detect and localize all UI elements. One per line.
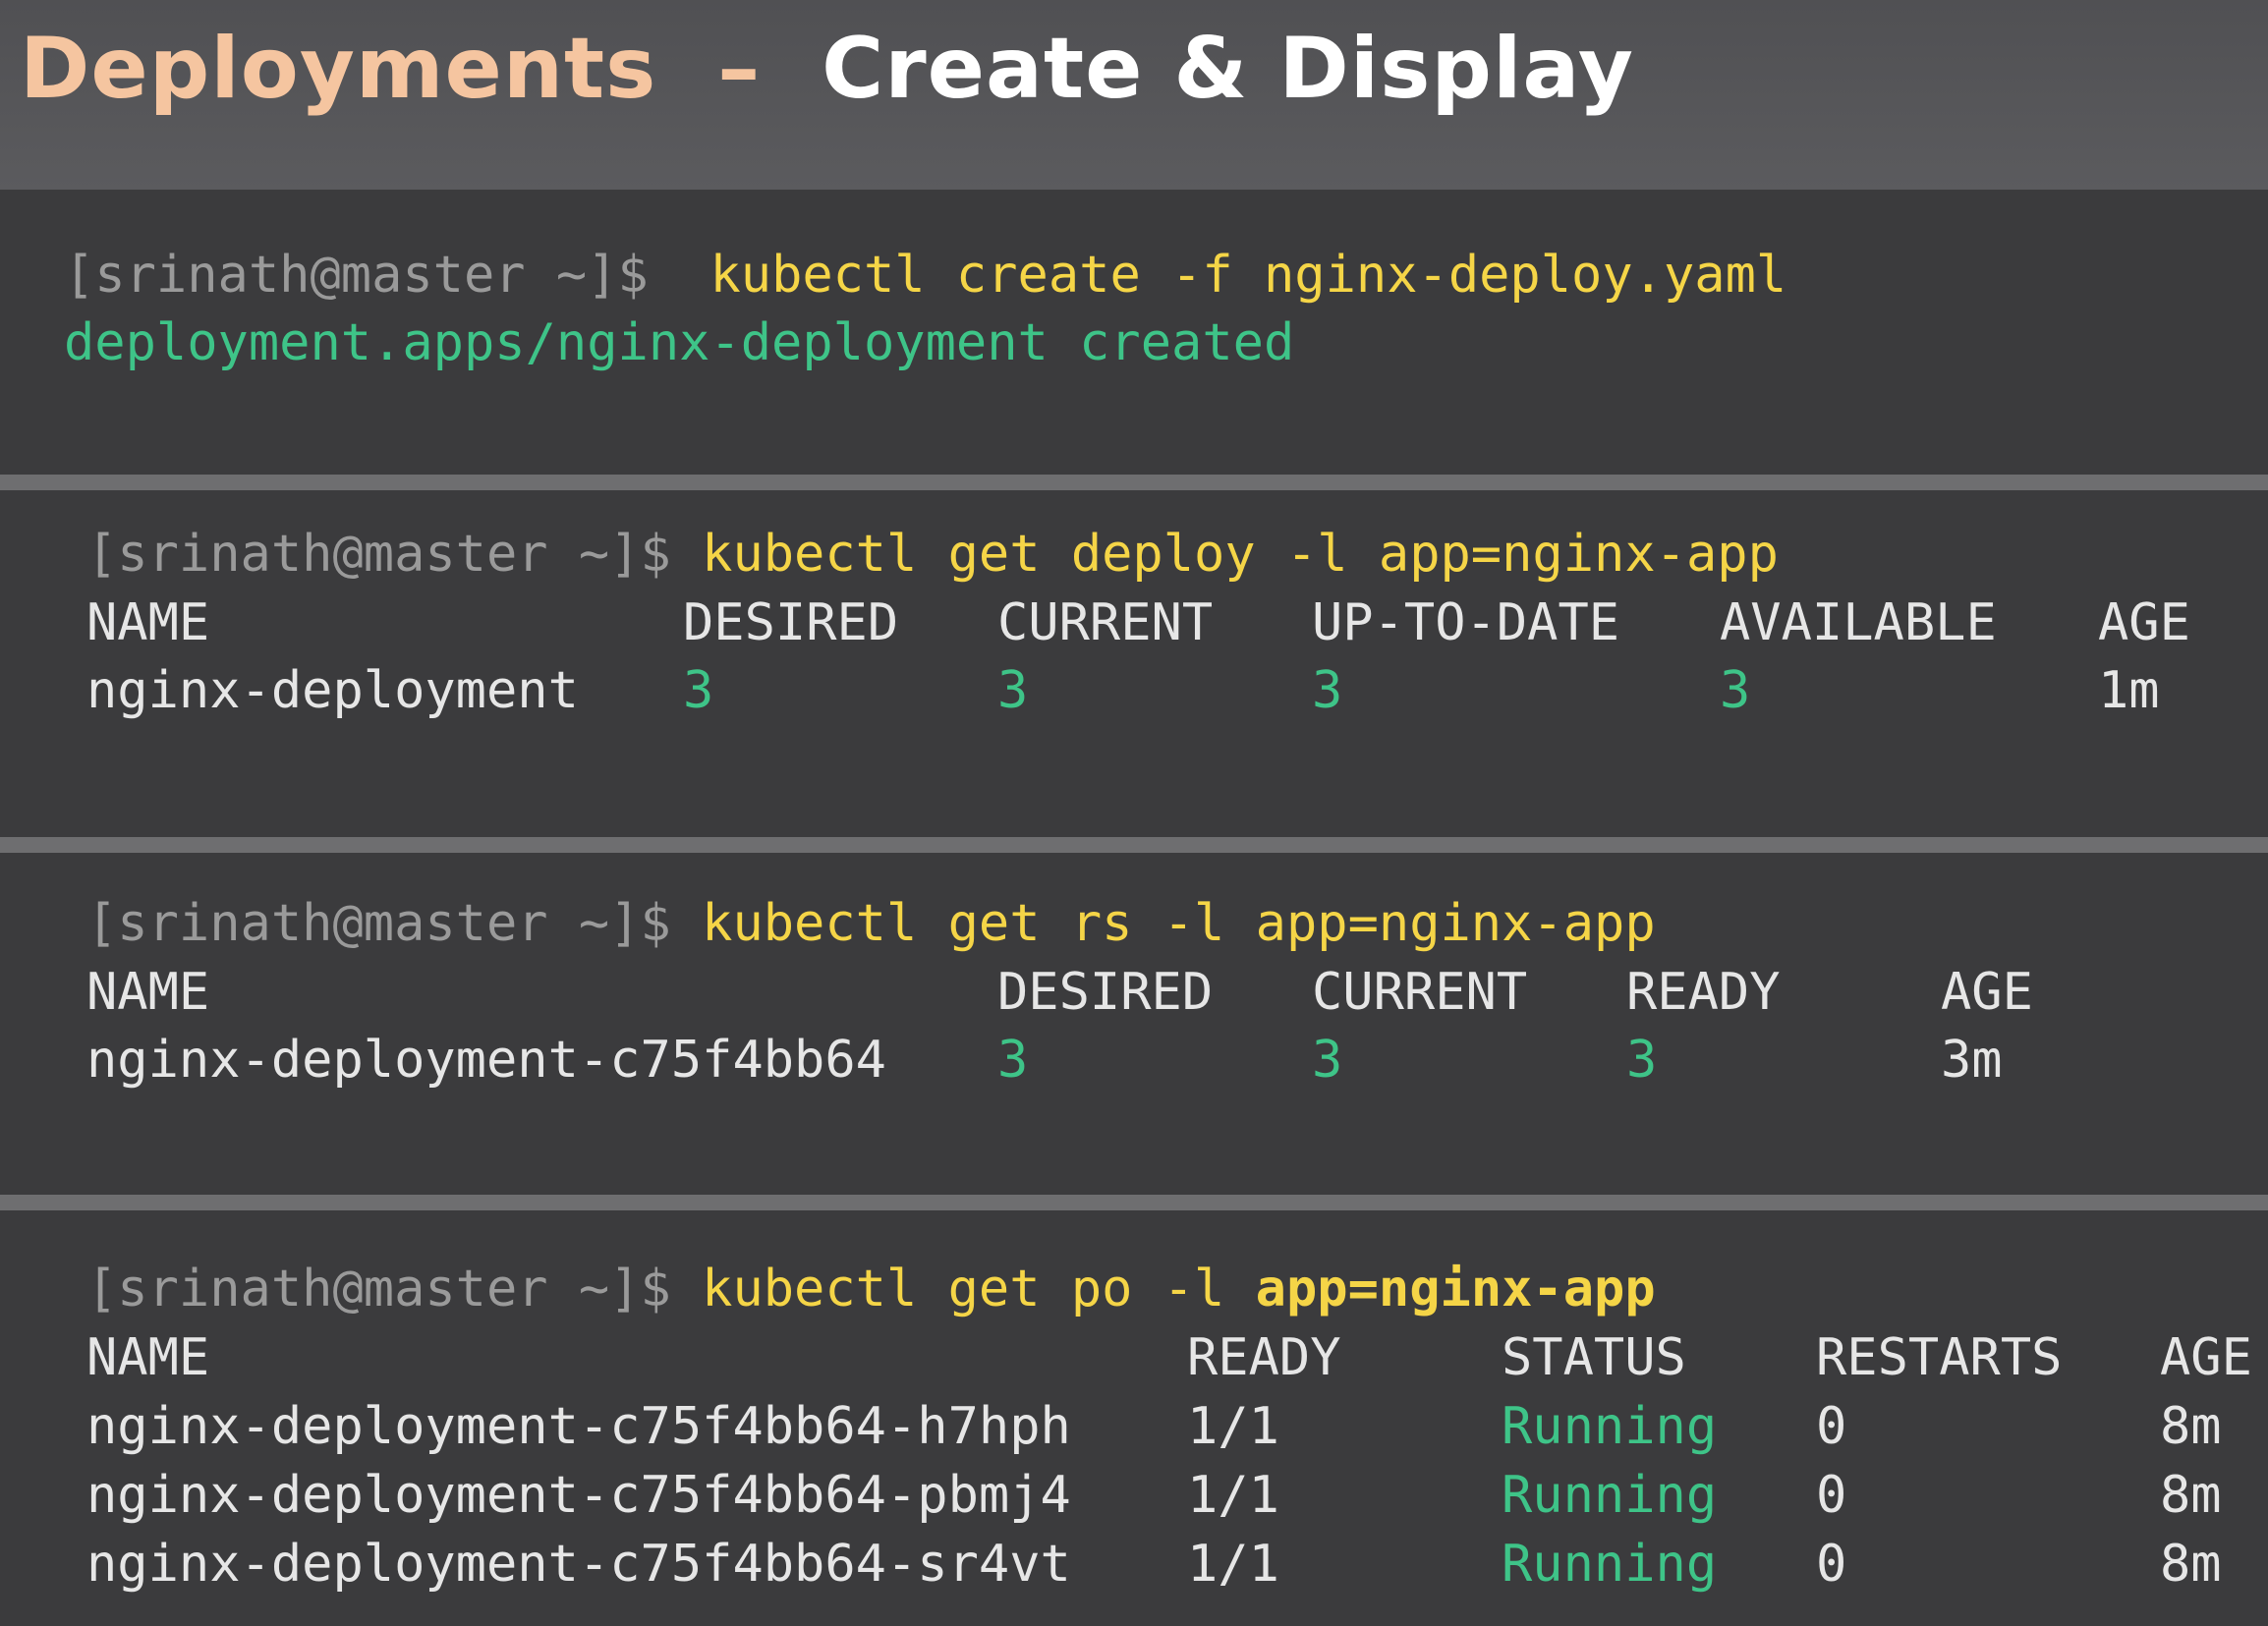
- command-text: kubectl get deploy -l app=nginx-app: [702, 525, 1779, 584]
- divider: [0, 837, 2268, 853]
- table-cell-status: Running: [1502, 1397, 1718, 1456]
- shell-prompt: [srinath@master ~]$: [86, 525, 671, 584]
- table-cell-up-to-date: 3: [1312, 661, 1343, 720]
- terminal-block-get-deploy: [srinath@master ~]$ kubectl get deploy -…: [0, 490, 2268, 837]
- table-cell-name: nginx-deployment-c75f4bb64: [86, 1031, 886, 1090]
- command-line: [srinath@master ~]$ kubectl get deploy -…: [86, 520, 1779, 589]
- column-header-current: CURRENT: [997, 593, 1214, 652]
- title-accent: Deployments: [20, 20, 657, 118]
- table-cell-available: 3: [1720, 661, 1751, 720]
- terminal-block-get-po: [srinath@master ~]$ kubectl get po -l ap…: [0, 1210, 2268, 1626]
- column-header-age: AGE: [2160, 1328, 2252, 1387]
- table-cell-status: Running: [1502, 1535, 1718, 1594]
- table-cell-age: 1m: [2098, 661, 2160, 720]
- table-cell-name: nginx-deployment-c75f4bb64-pbmj4: [86, 1466, 1071, 1525]
- column-header-current: CURRENT: [1312, 963, 1528, 1022]
- command-text: kubectl get po -l: [702, 1260, 1256, 1318]
- command-text: kubectl get rs -l app=nginx-app: [702, 894, 1656, 953]
- table-cell-restarts: 0: [1816, 1466, 1847, 1525]
- table-cell-restarts: 0: [1816, 1535, 1847, 1594]
- table-cell-age: 8m: [2160, 1397, 2222, 1456]
- column-header-ready: READY: [1187, 1328, 1341, 1387]
- table-cell-age: 8m: [2160, 1535, 2222, 1594]
- table-cell-name: nginx-deployment-c75f4bb64-h7hph: [86, 1397, 1071, 1456]
- table-cell-desired: 3: [683, 661, 714, 720]
- command-line: [srinath@master ~]$ kubectl get rs -l ap…: [86, 889, 1656, 958]
- table-cell-name: nginx-deployment: [86, 661, 579, 720]
- column-header-name: NAME: [86, 1328, 210, 1387]
- title-main: Create & Display: [822, 20, 1634, 118]
- column-header-age: AGE: [2098, 593, 2190, 652]
- column-header-desired: DESIRED: [683, 593, 899, 652]
- column-header-name: NAME: [86, 963, 210, 1022]
- command-line: [srinath@master ~]$ kubectl create -f ng…: [64, 241, 1786, 309]
- table-cell-restarts: 0: [1816, 1397, 1847, 1456]
- command-arg: app=nginx-app: [1255, 1260, 1656, 1318]
- command-line: [srinath@master ~]$ kubectl get po -l ap…: [86, 1255, 1656, 1323]
- title-bar: Deployments – Create & Display: [0, 0, 2268, 190]
- table-cell-current: 3: [997, 661, 1029, 720]
- table-cell-current: 3: [1312, 1031, 1343, 1090]
- table-cell-age: 3m: [1941, 1031, 2003, 1090]
- divider: [0, 475, 2268, 490]
- title-separator: –: [717, 20, 762, 118]
- command-output: deployment.apps/nginx-deployment created: [64, 313, 1295, 372]
- terminal-block-create: [srinath@master ~]$ kubectl create -f ng…: [0, 190, 2268, 475]
- shell-prompt: [srinath@master ~]$: [86, 1260, 671, 1318]
- table-cell-desired: 3: [997, 1031, 1029, 1090]
- page-title: Deployments – Create & Display: [20, 20, 1634, 118]
- table-cell-ready: 1/1: [1187, 1466, 1279, 1525]
- column-header-age: AGE: [1941, 963, 2033, 1022]
- column-header-status: STATUS: [1502, 1328, 1686, 1387]
- table-cell-ready: 3: [1626, 1031, 1658, 1090]
- column-header-desired: DESIRED: [997, 963, 1214, 1022]
- column-header-ready: READY: [1626, 963, 1781, 1022]
- shell-prompt: [srinath@master ~]$: [86, 894, 671, 953]
- column-header-available: AVAILABLE: [1720, 593, 1997, 652]
- table-cell-name: nginx-deployment-c75f4bb64-sr4vt: [86, 1535, 1071, 1594]
- column-header-up-to-date: UP-TO-DATE: [1312, 593, 1620, 652]
- table-cell-status: Running: [1502, 1466, 1718, 1525]
- command-text: kubectl create -f nginx-deploy.yaml: [709, 246, 1787, 305]
- column-header-restarts: RESTARTS: [1816, 1328, 2063, 1387]
- table-cell-ready: 1/1: [1187, 1535, 1279, 1594]
- divider: [0, 1195, 2268, 1210]
- column-header-name: NAME: [86, 593, 210, 652]
- table-cell-age: 8m: [2160, 1466, 2222, 1525]
- terminal-block-get-rs: [srinath@master ~]$ kubectl get rs -l ap…: [0, 853, 2268, 1195]
- shell-prompt: [srinath@master ~]$: [64, 246, 649, 305]
- table-cell-ready: 1/1: [1187, 1397, 1279, 1456]
